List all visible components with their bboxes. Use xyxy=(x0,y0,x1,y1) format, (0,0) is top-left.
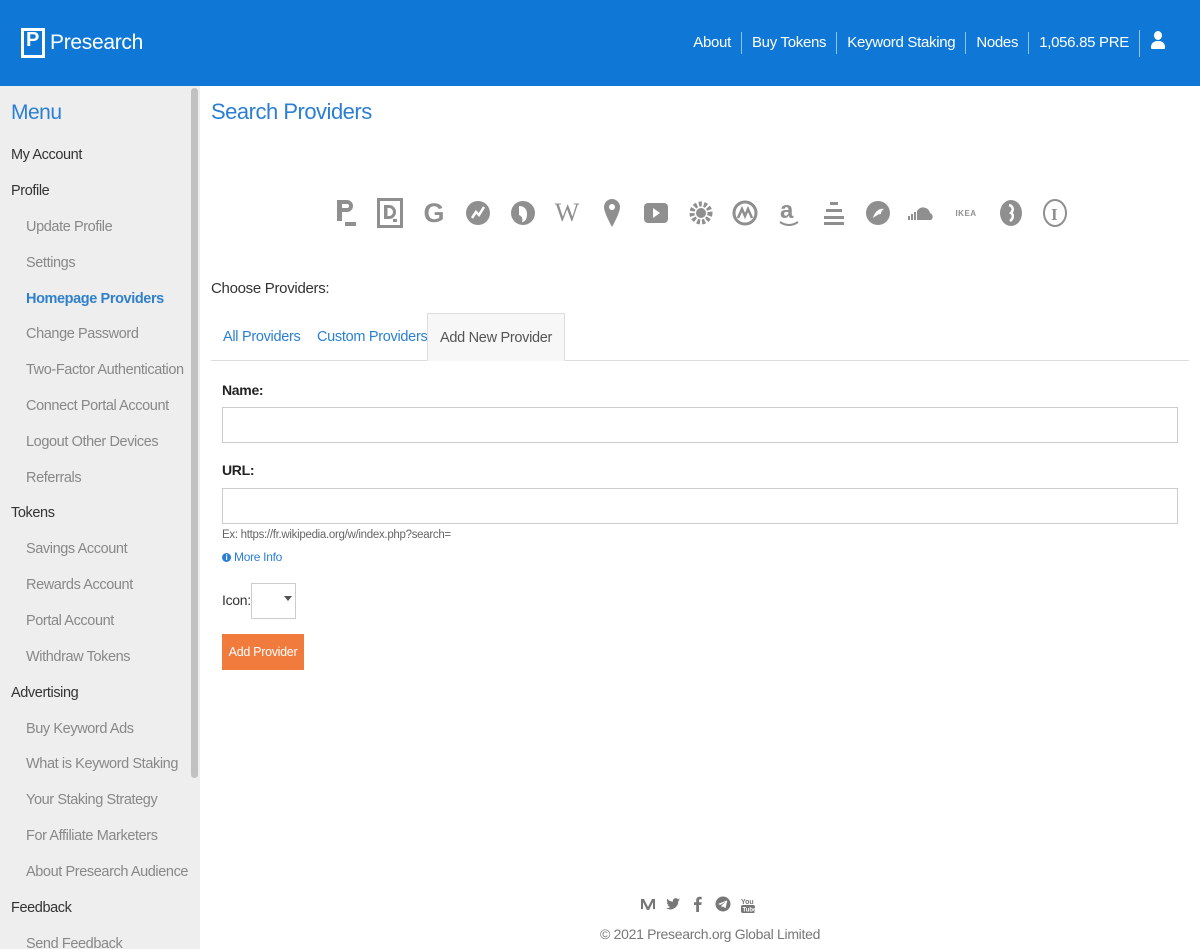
sidebar-item-withdraw-tokens[interactable]: Withdraw Tokens xyxy=(0,646,190,682)
token-balance[interactable]: 1,056.85 PRE xyxy=(1028,32,1139,54)
d-provider-icon[interactable] xyxy=(376,196,404,230)
sidebar-item-what-is-keyword-staking[interactable]: What is Keyword Staking xyxy=(0,753,190,789)
nav-nodes[interactable]: Nodes xyxy=(965,32,1028,54)
svg-text:I: I xyxy=(1051,205,1058,224)
sidebar-item-savings-account[interactable]: Savings Account xyxy=(0,538,190,574)
facebook-icon[interactable] xyxy=(690,896,706,914)
sidebar-item-your-staking-strategy[interactable]: Your Staking Strategy xyxy=(0,789,190,825)
presearch-logo[interactable]: Presearch xyxy=(21,28,143,58)
url-hint: Ex: https://fr.wikipedia.org/w/index.php… xyxy=(222,529,451,541)
top-header: Presearch About Buy Tokens Keyword Staki… xyxy=(0,0,1200,86)
provider-tabs: All Providers Custom Providers Add New P… xyxy=(211,313,1189,361)
top-nav: About Buy Tokens Keyword Staking Nodes 1… xyxy=(683,29,1176,57)
provider-icon-row: G W a IKEA I xyxy=(332,196,1072,230)
sidebar-item-tokens[interactable]: Tokens xyxy=(0,502,190,538)
more-info-link[interactable]: i More Info xyxy=(222,550,282,564)
sidebar-menu: My Account Profile Update Profile Settings H… xyxy=(0,144,190,949)
sidebar-item-referrals[interactable]: Referrals xyxy=(0,467,190,503)
soundcloud-provider-icon[interactable] xyxy=(908,196,936,230)
sidebar-item-send-feedback[interactable]: Send Feedback xyxy=(0,933,190,949)
sidebar-item-connect-portal-account[interactable]: Connect Portal Account xyxy=(0,395,190,431)
wikipedia-provider-icon[interactable]: W xyxy=(553,196,581,230)
coinmarketcap-provider-icon[interactable] xyxy=(731,196,759,230)
sidebar-item-logout-other-devices[interactable]: Logout Other Devices xyxy=(0,431,190,467)
tab-all-providers[interactable]: All Providers xyxy=(211,313,313,361)
svg-text:Tube: Tube xyxy=(743,908,757,914)
sidebar-scrollbar[interactable] xyxy=(191,88,198,778)
user-menu[interactable] xyxy=(1139,29,1176,57)
sidebar-item-for-affiliate-marketers[interactable]: For Affiliate Marketers xyxy=(0,825,190,861)
page-title: Search Providers xyxy=(211,99,372,124)
svg-text:a: a xyxy=(780,198,794,224)
nav-about[interactable]: About xyxy=(683,32,741,54)
provider-name-input[interactable] xyxy=(222,407,1178,443)
sidebar-item-advertising[interactable]: Advertising xyxy=(0,682,190,718)
ikea-provider-icon[interactable]: IKEA xyxy=(952,196,980,230)
etherscan-provider-icon[interactable] xyxy=(864,196,892,230)
amazon-provider-icon[interactable]: a xyxy=(775,196,803,230)
menu-title: Menu xyxy=(11,101,62,124)
presearch-provider-icon[interactable] xyxy=(332,196,360,230)
sidebar-item-buy-keyword-ads[interactable]: Buy Keyword Ads xyxy=(0,718,190,754)
chevron-down-icon xyxy=(284,596,292,601)
bracket-provider-icon[interactable]: I xyxy=(1041,196,1069,230)
maps-provider-icon[interactable] xyxy=(598,196,626,230)
sidebar-item-homepage-providers[interactable]: Homepage Providers xyxy=(0,288,190,324)
info-icon: i xyxy=(222,552,231,562)
chart-provider-icon[interactable] xyxy=(464,196,492,230)
user-icon xyxy=(1150,30,1166,50)
gear-provider-icon[interactable] xyxy=(687,196,715,230)
sidebar-item-portal-account[interactable]: Portal Account xyxy=(0,610,190,646)
sidebar-item-rewards-account[interactable]: Rewards Account xyxy=(0,574,190,610)
duckduckgo-provider-icon[interactable] xyxy=(509,196,537,230)
youtube-icon[interactable]: You Tube xyxy=(740,896,757,914)
tab-custom-providers[interactable]: Custom Providers xyxy=(305,313,439,361)
nav-buy-tokens[interactable]: Buy Tokens xyxy=(740,32,836,54)
sidebar-item-about-presearch-audience[interactable]: About Presearch Audience xyxy=(0,861,190,897)
sidebar-item-profile[interactable]: Profile xyxy=(0,180,190,216)
telegram-icon[interactable] xyxy=(715,896,731,914)
sidebar-item-feedback[interactable]: Feedback xyxy=(0,897,190,933)
provider-url-input[interactable] xyxy=(222,488,1178,524)
icon-label: Icon: xyxy=(222,592,251,608)
twitter-icon[interactable] xyxy=(665,896,681,914)
choose-providers-label: Choose Providers: xyxy=(211,280,330,297)
social-links: You Tube xyxy=(640,896,757,914)
sidebar-item-update-profile[interactable]: Update Profile xyxy=(0,216,190,252)
sidebar-item-my-account[interactable]: My Account xyxy=(0,144,190,180)
sidebar-item-change-password[interactable]: Change Password xyxy=(0,323,190,359)
tab-add-new-provider[interactable]: Add New Provider xyxy=(427,313,566,361)
stack-provider-icon[interactable] xyxy=(820,196,848,230)
sidebar-item-settings[interactable]: Settings xyxy=(0,252,190,288)
url-label: URL: xyxy=(222,462,255,478)
figure-provider-icon[interactable] xyxy=(997,196,1025,230)
presearch-logo-icon xyxy=(21,28,45,58)
brand-name: Presearch xyxy=(50,31,144,54)
medium-icon[interactable] xyxy=(640,896,656,914)
copyright: © 2021 Presearch.org Global Limited xyxy=(600,926,821,942)
sidebar: Menu My Account Profile Update Profile Sett… xyxy=(0,86,200,949)
more-info-label: More Info xyxy=(234,550,282,564)
icon-select[interactable] xyxy=(251,583,296,619)
nav-keyword-staking[interactable]: Keyword Staking xyxy=(836,32,965,54)
add-provider-button[interactable]: Add Provider xyxy=(222,634,304,670)
youtube-provider-icon[interactable] xyxy=(642,196,670,230)
name-label: Name: xyxy=(222,382,264,398)
svg-text:You: You xyxy=(741,899,754,906)
sidebar-item-two-factor-authentication[interactable]: Two-Factor Authentication xyxy=(0,359,190,395)
google-provider-icon[interactable]: G xyxy=(420,196,448,230)
